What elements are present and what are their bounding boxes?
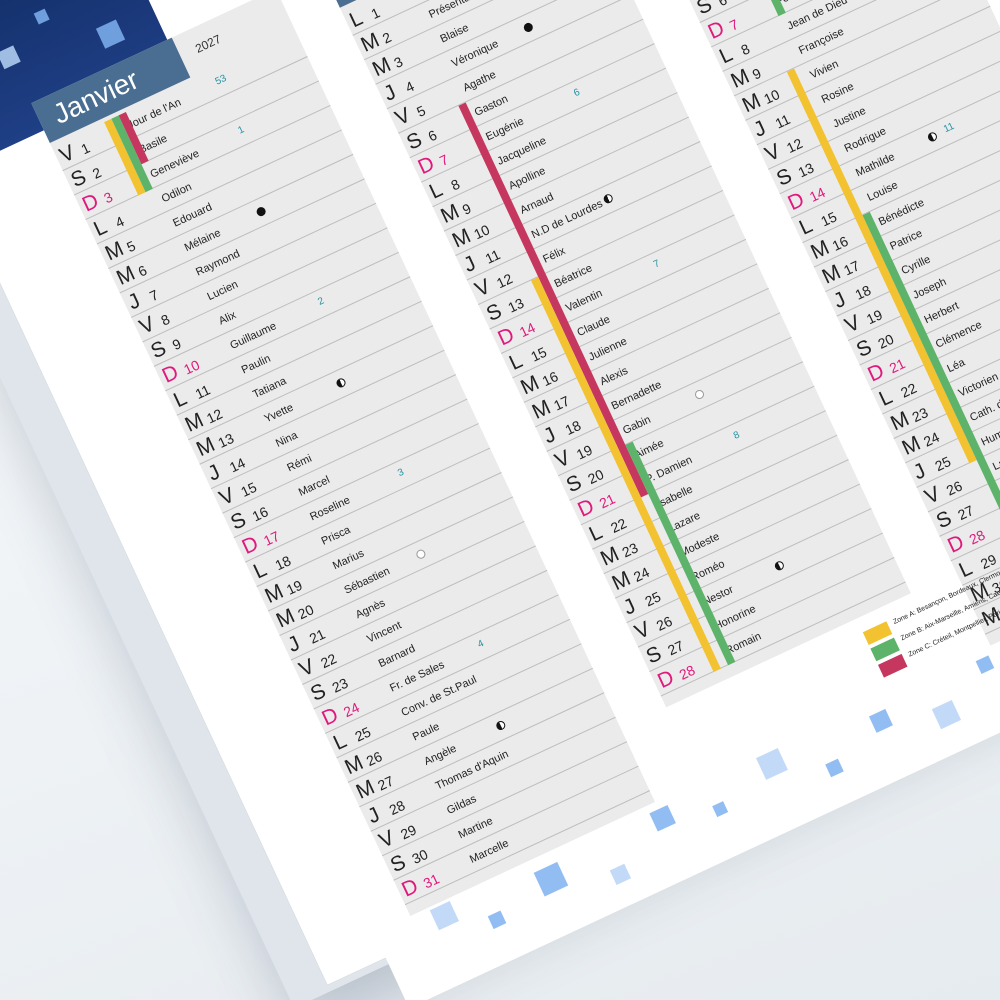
weekday-letter: J bbox=[830, 287, 850, 314]
decorative-square bbox=[712, 801, 729, 818]
weekday-letter: L bbox=[329, 729, 351, 755]
day-number: 6 bbox=[715, 0, 730, 10]
moon-half-icon bbox=[773, 559, 786, 572]
decorative-square bbox=[533, 861, 569, 897]
day-number: 28 bbox=[676, 661, 698, 683]
moon-half-icon bbox=[494, 719, 507, 732]
weekday-letter: J bbox=[540, 423, 560, 449]
moon-half-icon bbox=[926, 130, 939, 143]
decorative-square bbox=[609, 863, 632, 886]
year-label: 2027 bbox=[193, 31, 224, 56]
day-number: 7 bbox=[146, 286, 161, 305]
week-number: 11 bbox=[941, 120, 957, 136]
day-number: 6 bbox=[135, 261, 150, 280]
day-number: 4 bbox=[402, 77, 417, 96]
day-number: 8 bbox=[738, 40, 753, 59]
day-number: 3 bbox=[101, 188, 116, 207]
day-number: 6 bbox=[425, 126, 440, 145]
week-number: 2 bbox=[316, 295, 326, 308]
day-number: 9 bbox=[749, 64, 764, 83]
weekday-letter: L bbox=[585, 520, 606, 547]
week-number: 6 bbox=[572, 86, 582, 100]
weekday-letter: L bbox=[249, 557, 271, 584]
day-number: 9 bbox=[459, 200, 474, 218]
moon-new-icon bbox=[255, 205, 268, 218]
day-number: 1 bbox=[78, 139, 93, 158]
day-number: 11 bbox=[772, 110, 793, 132]
day-number: 7 bbox=[726, 15, 741, 34]
day-number: 31 bbox=[420, 870, 442, 892]
weekday-letter: L bbox=[795, 213, 817, 240]
weekday-letter: J bbox=[284, 631, 304, 657]
day-number: 4 bbox=[112, 212, 127, 231]
photo-scene: Janvier 2027 V 1 Jour de l'An 53 S 2 Basile D 3 Gen… bbox=[0, 0, 1000, 1000]
decorative-square bbox=[429, 901, 459, 931]
week-number: 53 bbox=[213, 72, 229, 88]
decorative-square bbox=[487, 910, 507, 930]
weekday-letter: J bbox=[204, 460, 224, 486]
decorative-square bbox=[975, 655, 995, 674]
decorative-square bbox=[825, 758, 844, 778]
weekday-letter: L bbox=[90, 215, 111, 241]
day-number: 5 bbox=[124, 237, 138, 256]
day-number: 2 bbox=[89, 164, 104, 182]
decorative-square bbox=[756, 748, 788, 780]
weekday-letter: J bbox=[124, 289, 144, 315]
saint-name: Rémi bbox=[285, 452, 314, 475]
weekday-letter: L bbox=[505, 349, 527, 375]
decorative-square bbox=[868, 708, 893, 733]
moon-half-icon bbox=[602, 192, 615, 205]
moon-full-icon bbox=[414, 548, 427, 561]
weekday-letter: L bbox=[425, 177, 447, 204]
day-number: 7 bbox=[436, 151, 451, 169]
day-number: 2 bbox=[379, 28, 394, 47]
day-number: 9 bbox=[169, 335, 184, 354]
week-number: 3 bbox=[396, 466, 406, 480]
day-number: 8 bbox=[158, 310, 173, 329]
day-number: 1 bbox=[368, 4, 383, 23]
week-number: 4 bbox=[476, 638, 486, 651]
weekday-letter: D bbox=[398, 874, 422, 902]
saint-name: Léa bbox=[945, 356, 967, 376]
weekday-letter: L bbox=[955, 556, 976, 583]
day-number: 8 bbox=[448, 175, 463, 194]
weekday-letter: J bbox=[364, 802, 384, 829]
decorative-square bbox=[931, 699, 962, 730]
weekday-letter: L bbox=[346, 6, 367, 33]
weekday-letter: L bbox=[875, 385, 896, 411]
saint-name: Nina bbox=[273, 429, 300, 450]
weekday-letter: J bbox=[619, 594, 640, 620]
decorative-square bbox=[649, 804, 676, 832]
moon-full-icon bbox=[693, 388, 706, 401]
day-number: 11 bbox=[192, 381, 213, 403]
week-number: 7 bbox=[651, 258, 662, 271]
weekday-letter: J bbox=[380, 80, 400, 106]
week-number: 1 bbox=[236, 124, 247, 137]
moon-new-icon bbox=[522, 21, 535, 34]
weekday-letter: J bbox=[909, 459, 930, 485]
saint-name: Alix bbox=[216, 309, 239, 328]
day-number: 3 bbox=[391, 53, 406, 72]
day-number: 11 bbox=[482, 246, 503, 267]
saint-name: Félix bbox=[541, 245, 568, 266]
week-number: 8 bbox=[731, 429, 742, 442]
day-number: 5 bbox=[414, 102, 428, 121]
weekday-letter: L bbox=[715, 42, 737, 69]
weekday-letter: J bbox=[750, 116, 770, 142]
weekday-letter: L bbox=[170, 386, 191, 413]
moon-half-icon bbox=[335, 376, 348, 389]
weekday-letter: J bbox=[460, 251, 480, 278]
weekday-letter: D bbox=[654, 665, 678, 694]
